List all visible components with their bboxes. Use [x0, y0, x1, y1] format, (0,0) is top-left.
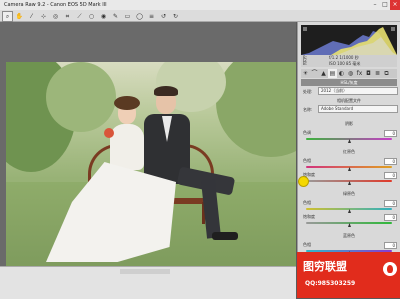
toolbar-right [296, 10, 400, 22]
tab-presets-icon[interactable]: ≣ [373, 69, 382, 78]
watermark-qq: QQ:985303259 [305, 280, 356, 287]
status-info [120, 269, 170, 274]
shadows-header: 阴影 [345, 121, 353, 126]
color-sampler-icon[interactable]: ⊹ [38, 11, 49, 22]
crop-tool-icon[interactable]: ⌗ [62, 11, 73, 22]
cursor-highlight [298, 176, 309, 187]
close-button[interactable]: × [390, 0, 400, 10]
graduated-filter-icon[interactable]: ▭ [122, 11, 133, 22]
watermark-brand: 图穷联盟 [303, 260, 347, 273]
zoom-tool-icon[interactable]: ⌕ [2, 11, 13, 22]
adjustment-brush-icon[interactable]: ✎ [110, 11, 121, 22]
toolbar: ⌕ ✋ ⁄ ⊹ ◎ ⌗ ⟋ ○ ◉ ✎ ▭ ◯ ≡ ↺ ↻ [0, 10, 298, 22]
red-hue-slider[interactable] [306, 166, 392, 168]
blue-hue-value[interactable]: 0 [384, 242, 397, 249]
spot-removal-icon[interactable]: ○ [86, 11, 97, 22]
process-select[interactable]: 2012（当前） [318, 87, 398, 95]
maximize-button[interactable]: □ [380, 0, 390, 10]
preview-photo [6, 62, 296, 274]
green-saturation-label: 饱和度 [303, 214, 315, 219]
panel-tabs: ☀ ⌒ ▲ ▤ ◐ ◍ fx ◘ ≣ ⧉ [301, 69, 397, 78]
histogram-readout: R: G: B: f/1.2 1/1000 秒 ISO 100 85 毫米 [301, 55, 397, 67]
greens-header: 绿原色 [343, 191, 355, 196]
tab-lens-icon[interactable]: ◍ [346, 69, 355, 78]
window-title: Camera Raw 9.2 - Canon EOS 5D Mark III [4, 2, 107, 8]
green-saturation-value[interactable]: 0 [384, 214, 397, 221]
shadow-tint-value[interactable]: 0 [384, 130, 397, 137]
minimize-button[interactable]: – [370, 0, 380, 10]
green-hue-slider[interactable] [306, 208, 392, 210]
green-hue-label: 色相 [303, 200, 311, 205]
red-hue-value[interactable]: 0 [384, 158, 397, 165]
profile-label: 名称: [303, 107, 313, 112]
panel-title: HSL/灰度 [301, 79, 397, 86]
hand-tool-icon[interactable]: ✋ [14, 11, 25, 22]
tab-camera-calibration-icon[interactable]: ◘ [364, 69, 373, 78]
profile-header: 相机配置文件 [337, 98, 361, 103]
blues-header: 蓝原色 [343, 233, 355, 238]
tab-hsl-icon[interactable]: ▤ [328, 69, 337, 78]
red-hue-label: 色相 [303, 158, 311, 163]
tab-snapshots-icon[interactable]: ⧉ [382, 69, 391, 78]
tab-basic-icon[interactable]: ☀ [301, 69, 310, 78]
histogram [301, 25, 397, 55]
straighten-tool-icon[interactable]: ⟋ [74, 11, 85, 22]
red-saturation-slider[interactable] [306, 180, 392, 182]
watermark-banner: 图穷联盟 QQ:985303259 [297, 252, 400, 298]
white-balance-tool-icon[interactable]: ⁄ [26, 11, 37, 22]
watermark-logo-icon [383, 262, 397, 276]
shadow-tint-slider[interactable] [306, 138, 392, 140]
targeted-adjust-icon[interactable]: ◎ [50, 11, 61, 22]
green-hue-value[interactable]: 0 [384, 200, 397, 207]
preferences-icon[interactable]: ≡ [146, 11, 157, 22]
radial-filter-icon[interactable]: ◯ [134, 11, 145, 22]
tab-split-toning-icon[interactable]: ◐ [337, 69, 346, 78]
tab-detail-icon[interactable]: ▲ [319, 69, 328, 78]
reds-header: 红原色 [343, 149, 355, 154]
profile-select[interactable]: Adobe Standard [318, 105, 398, 113]
histogram-graph [301, 27, 397, 55]
shadow-tint-label: 色调 [303, 130, 311, 135]
status-bar [0, 266, 296, 299]
image-canvas[interactable] [0, 22, 296, 274]
b-label: B: [303, 61, 308, 66]
rotate-left-icon[interactable]: ↺ [158, 11, 169, 22]
red-eye-icon[interactable]: ◉ [98, 11, 109, 22]
red-saturation-value[interactable]: 0 [384, 172, 397, 179]
camera-info: ISO 100 85 毫米 [329, 61, 361, 66]
process-label: 处理: [303, 89, 313, 94]
blue-hue-label: 色相 [303, 242, 311, 247]
tab-tone-curve-icon[interactable]: ⌒ [310, 69, 319, 78]
green-saturation-slider[interactable] [306, 222, 392, 224]
tab-effects-icon[interactable]: fx [355, 69, 364, 78]
rotate-right-icon[interactable]: ↻ [170, 11, 181, 22]
